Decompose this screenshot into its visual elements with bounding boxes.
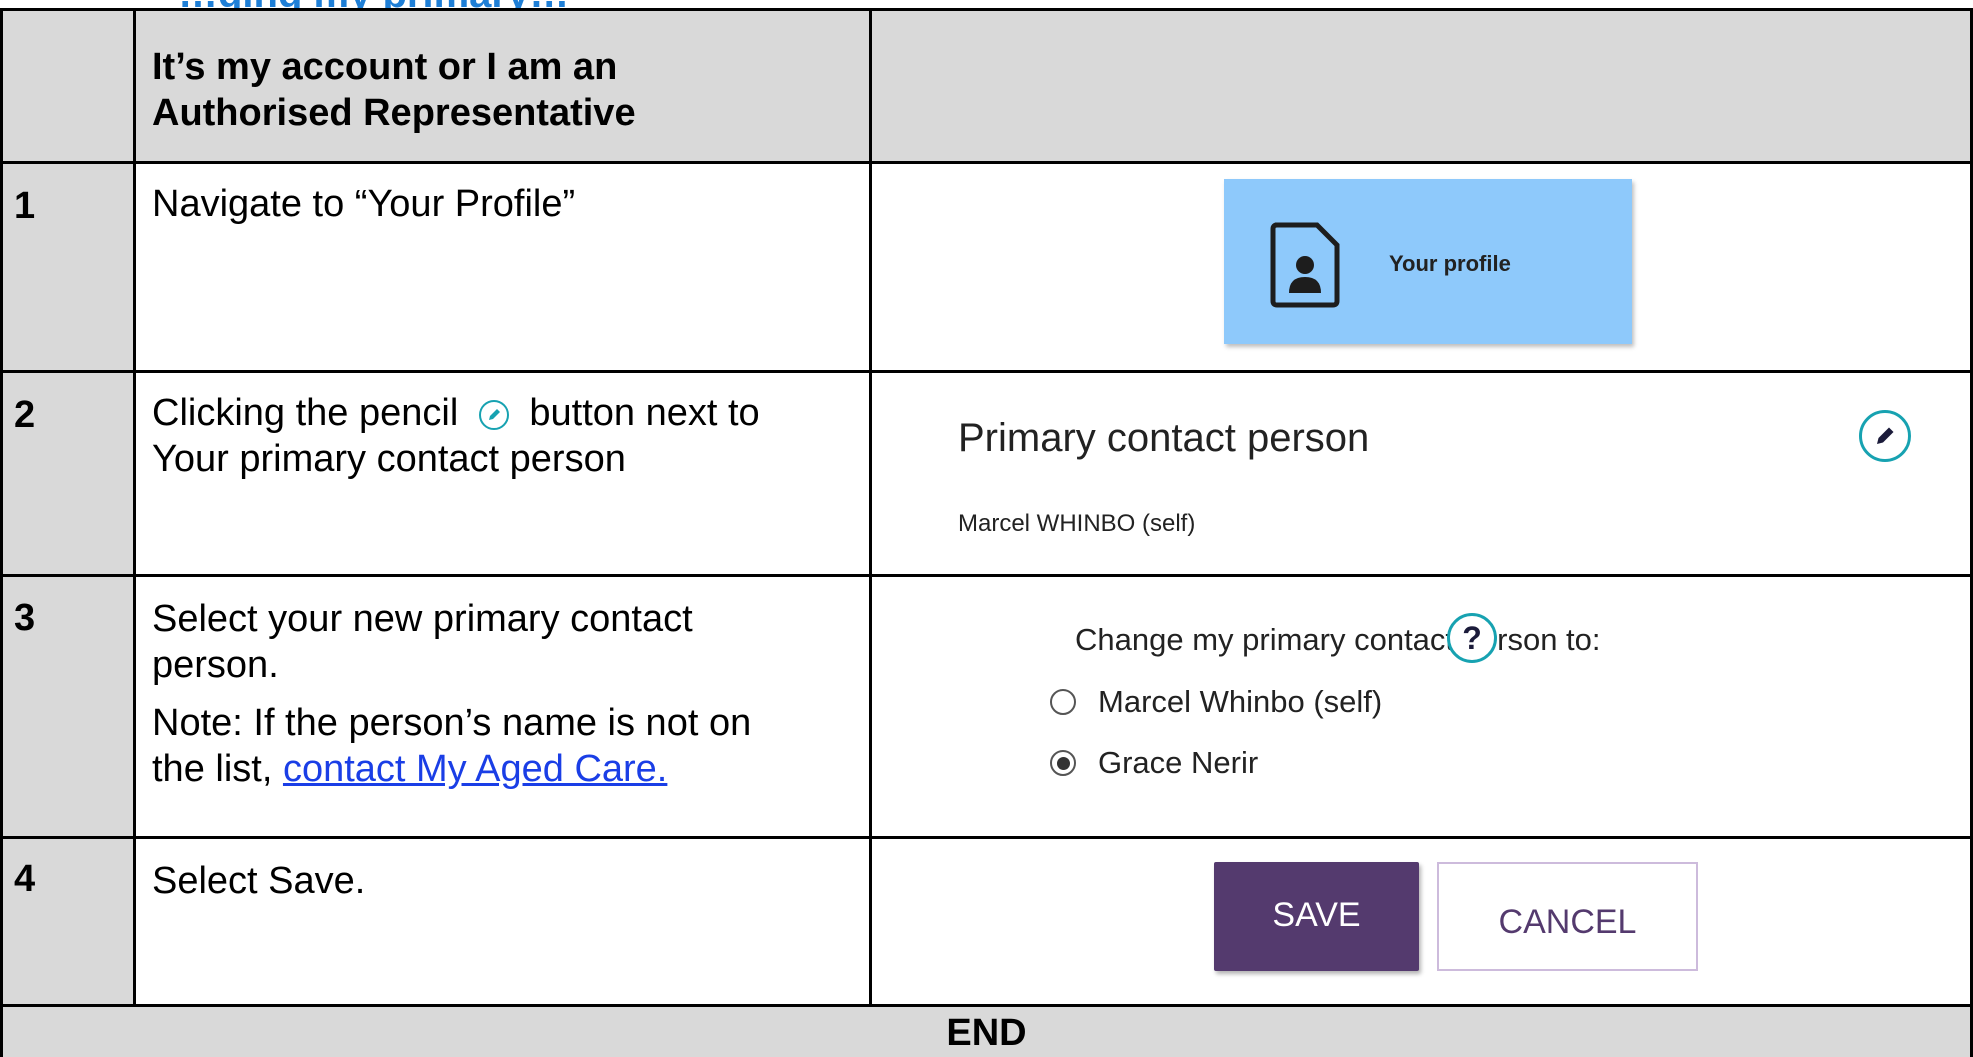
col-divider-2	[869, 8, 872, 1005]
help-icon[interactable]: ?	[1447, 613, 1497, 663]
primary-contact-name: Marcel WHINBO (self)	[958, 510, 1196, 537]
step-3-note-prefix: the list,	[152, 748, 273, 790]
header-line-2: Authorised Representative	[152, 92, 636, 134]
row-divider-2	[0, 574, 1973, 577]
table-header-title: It’s my account or I am an Authorised Re…	[152, 44, 636, 136]
radio-label-self: Marcel Whinbo (self)	[1098, 684, 1383, 719]
step-number-3: 3	[14, 597, 36, 639]
step-3-note: Note: If the person’s name is not on the…	[152, 700, 751, 792]
primary-contact-title: Primary contact person	[958, 416, 1370, 460]
table-border-top	[0, 8, 1973, 11]
step-3-note-line-1: Note: If the person’s name is not on	[152, 702, 752, 744]
step-2-text-line2: Your primary contact person	[152, 438, 626, 480]
row-divider-end	[0, 1004, 1973, 1007]
header-line-1: It’s my account or I am an	[152, 46, 618, 88]
contact-my-aged-care-link[interactable]: contact My Aged Care.	[283, 748, 667, 790]
radio-option-self[interactable]: Marcel Whinbo (self)	[1050, 684, 1382, 720]
step-2-text: Clicking the pencil button next to Your …	[152, 390, 760, 482]
inline-pencil-icon	[478, 399, 509, 430]
cancel-button[interactable]: CANCEL	[1437, 862, 1698, 971]
step-3-line-2: person.	[152, 644, 279, 686]
pencil-icon	[1877, 427, 1894, 444]
table-border-left	[0, 8, 3, 1057]
your-profile-tile[interactable]: Your profile	[1224, 179, 1632, 344]
step-2-text-a: Clicking the pencil	[152, 392, 459, 434]
row-divider-header	[0, 161, 1973, 164]
step-number-2: 2	[14, 394, 36, 436]
row-divider-3	[0, 836, 1973, 839]
profile-document-icon	[1269, 221, 1341, 308]
col-divider-1	[133, 8, 136, 1005]
step-2-text-b: button next to	[529, 392, 760, 434]
end-label: END	[946, 1012, 1027, 1054]
step-3-line-1: Select your new primary contact	[152, 598, 693, 640]
save-button[interactable]: SAVE	[1214, 862, 1419, 971]
step-number-4: 4	[14, 858, 36, 900]
step-number-1: 1	[14, 185, 36, 227]
radio-button-selected[interactable]	[1050, 750, 1076, 776]
step-3-text: Select your new primary contact person.	[152, 596, 693, 688]
change-contact-prompt: Change my primary contact person to:	[1075, 622, 1601, 657]
radio-label-grace: Grace Nerir	[1098, 745, 1259, 780]
step-1-text: Navigate to “Your Profile”	[152, 183, 576, 225]
edit-primary-contact-button[interactable]	[1859, 410, 1911, 462]
row-divider-1	[0, 370, 1973, 373]
radio-option-grace[interactable]: Grace Nerir	[1050, 745, 1258, 781]
step-4-text: Select Save.	[152, 860, 366, 902]
your-profile-label: Your profile	[1389, 251, 1511, 276]
radio-button-unselected[interactable]	[1050, 689, 1076, 715]
